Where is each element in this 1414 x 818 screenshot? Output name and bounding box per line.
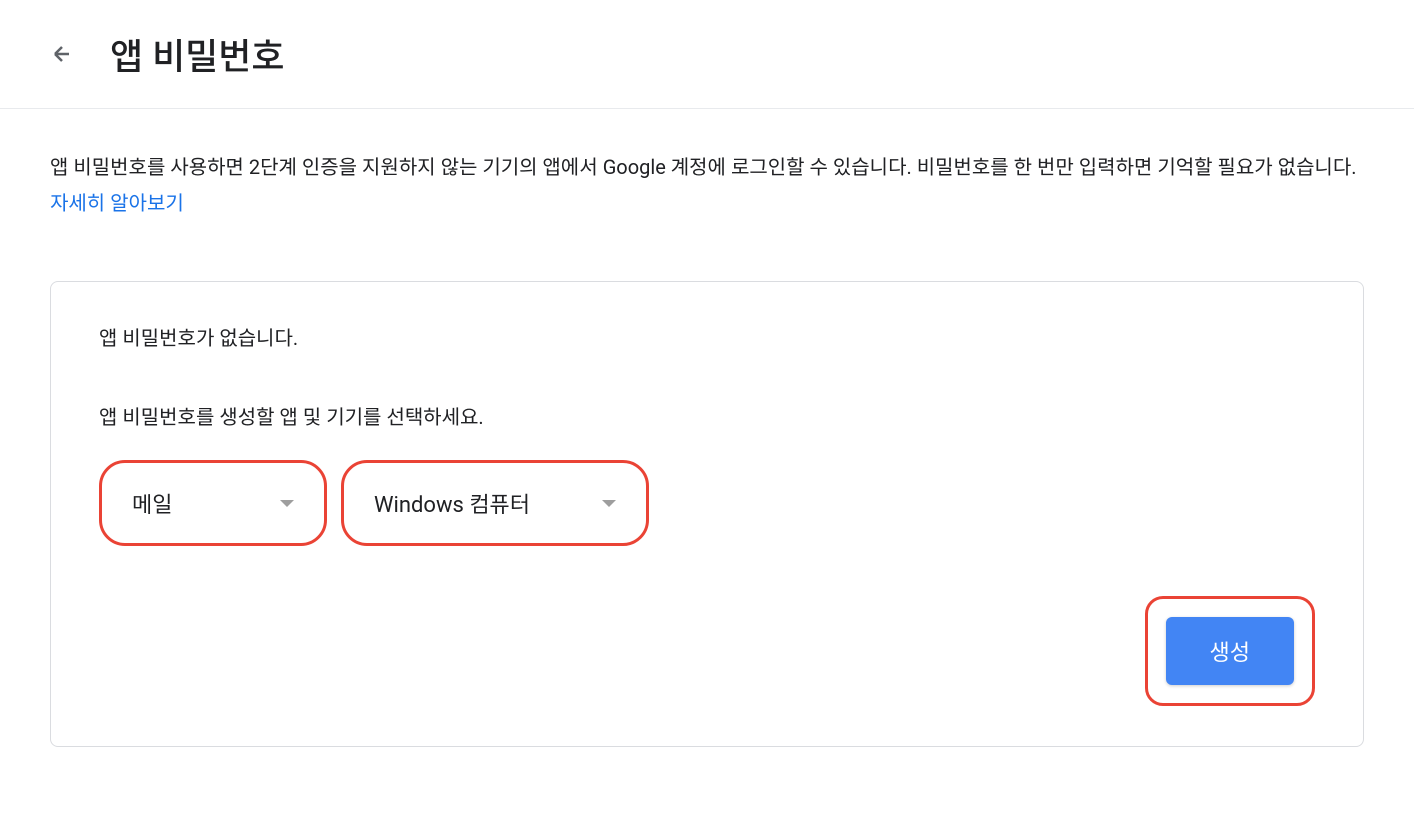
app-select-label: 메일 — [132, 487, 172, 519]
chevron-down-icon — [602, 500, 616, 507]
app-select[interactable]: 메일 — [108, 469, 318, 537]
learn-more-link[interactable]: 자세히 알아보기 — [50, 191, 184, 215]
device-select-highlight: Windows 컴퓨터 — [341, 460, 649, 546]
chevron-down-icon — [280, 500, 294, 507]
device-select-label: Windows 컴퓨터 — [374, 487, 530, 519]
main-content: 앱 비밀번호를 사용하면 2단계 인증을 지원하지 않는 기기의 앱에서 Goo… — [0, 109, 1414, 787]
selectors-row: 메일 Windows 컴퓨터 — [99, 460, 1315, 546]
description-text: 앱 비밀번호를 사용하면 2단계 인증을 지원하지 않는 기기의 앱에서 Goo… — [50, 149, 1364, 221]
page-header: 앱 비밀번호 — [0, 0, 1414, 109]
generate-button[interactable]: 생성 — [1166, 617, 1294, 685]
no-passwords-status: 앱 비밀번호가 없습니다. — [99, 322, 1315, 351]
page-title: 앱 비밀번호 — [110, 28, 285, 80]
select-instruction: 앱 비밀번호를 생성할 앱 및 기기를 선택하세요. — [99, 401, 1315, 430]
generate-button-highlight: 생성 — [1145, 596, 1315, 706]
app-select-highlight: 메일 — [99, 460, 327, 546]
device-select[interactable]: Windows 컴퓨터 — [350, 469, 640, 537]
app-passwords-card: 앱 비밀번호가 없습니다. 앱 비밀번호를 생성할 앱 및 기기를 선택하세요.… — [50, 281, 1364, 747]
button-row: 생성 — [99, 596, 1315, 706]
description-body: 앱 비밀번호를 사용하면 2단계 인증을 지원하지 않는 기기의 앱에서 Goo… — [50, 155, 1357, 179]
back-arrow-icon[interactable] — [50, 42, 74, 66]
